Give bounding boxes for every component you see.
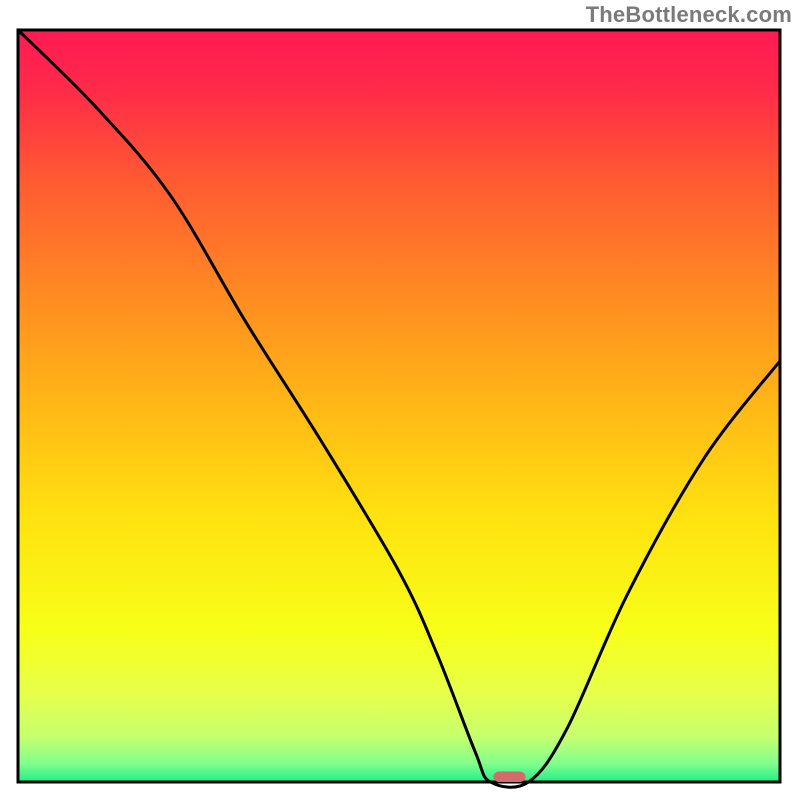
watermark-text: TheBottleneck.com bbox=[586, 2, 792, 28]
gradient-background bbox=[18, 30, 780, 782]
chart-container: { "watermark": "TheBottleneck.com", "cha… bbox=[0, 0, 800, 800]
minimum-marker bbox=[493, 771, 525, 782]
bottleneck-chart bbox=[0, 0, 800, 800]
